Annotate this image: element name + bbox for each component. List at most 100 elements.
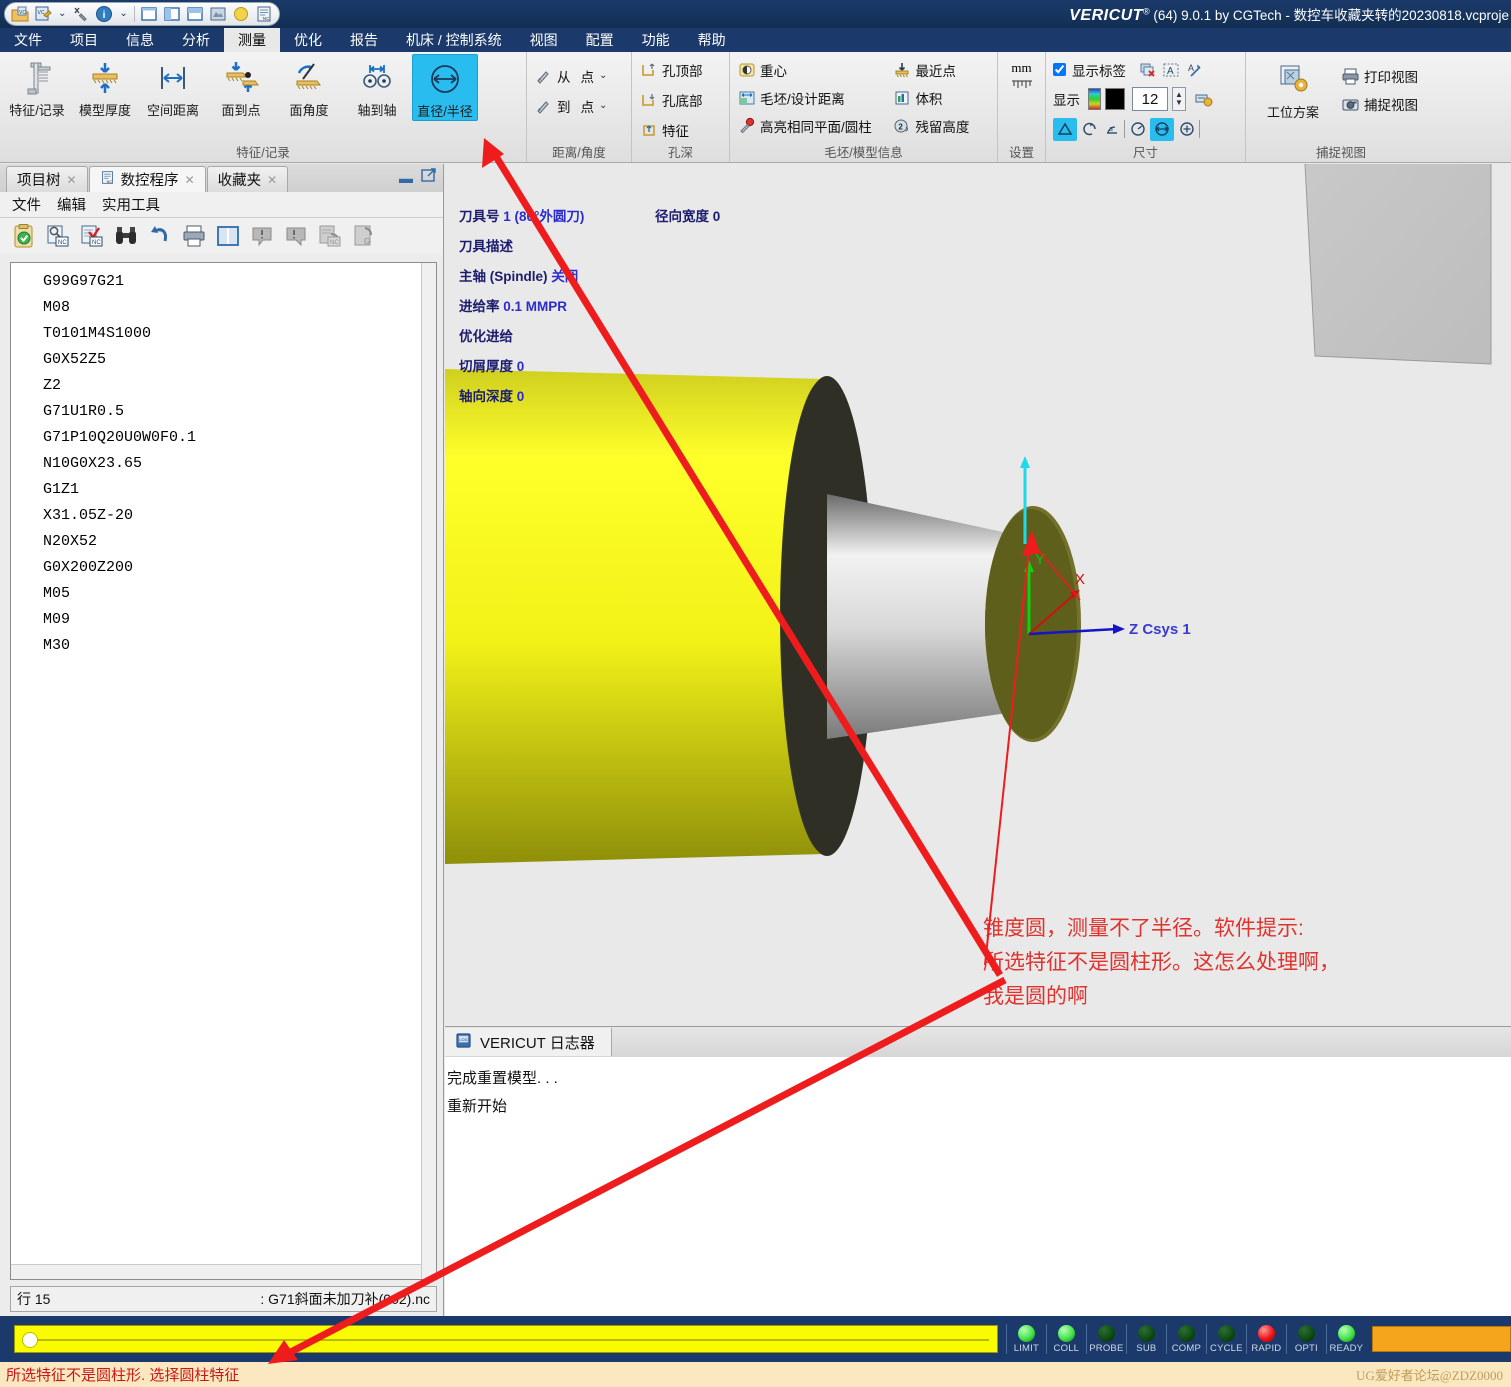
two-view-vertical-icon[interactable] [163,5,181,23]
clock-dim-icon[interactable] [1128,120,1147,139]
prev-error-icon[interactable] [248,222,276,250]
row-volume[interactable]: 体积 [889,84,993,112]
button-diameter-radius[interactable]: 直径/半径 [412,54,478,121]
chevron-down-icon[interactable]: ⌄ [118,5,128,23]
chevron-down-icon[interactable]: ⌄ [598,67,608,85]
close-icon[interactable]: ✕ [267,173,277,187]
machine-view-icon[interactable] [209,5,227,23]
split-view-icon[interactable] [214,222,242,250]
chevron-down-icon[interactable]: ⌄ [57,5,67,23]
info-icon[interactable]: i [95,5,113,23]
pick-from-value[interactable]: 点 [581,66,595,86]
chevron-down-icon[interactable]: ⌄ [598,97,608,115]
menu-item-config[interactable]: 配置 [572,28,628,52]
menu-item-optimize[interactable]: 优化 [280,28,336,52]
panel-menu-bar[interactable]: 文件 编辑 实用工具 [0,192,443,218]
nc-back-icon[interactable]: NC [316,222,344,250]
menu-item-file[interactable]: 文件 [0,28,56,52]
clipboard-check-icon[interactable] [10,222,38,250]
unit-display[interactable]: mm [1011,60,1033,94]
button-face-angle[interactable]: 面角度 [276,54,342,119]
single-view-icon[interactable] [140,5,158,23]
minimize-icon[interactable]: ▬ [399,170,413,186]
button-axis-to-axis[interactable]: 轴到轴 [344,54,410,119]
code-line-current[interactable]: M30 [11,633,436,659]
row-center-of-gravity[interactable]: 重心 [734,56,887,84]
code-line[interactable]: X31.05Z-20 [11,503,436,529]
sphere-view-icon[interactable] [232,5,250,23]
label-settings-icon[interactable] [1194,90,1213,109]
row-feature[interactable]: 特征 [636,116,692,144]
quick-access-toolbar[interactable]: VC VC ⌄ i ⌄ NC [4,2,280,26]
progress-slider[interactable] [14,1325,998,1353]
row-pick-to[interactable]: 到 点 ⌄ [531,92,611,120]
row-nearest-point[interactable]: 最近点 [889,56,993,84]
progress-knob[interactable] [22,1332,38,1348]
tab-nc-program[interactable]: NC 数控程序 ✕ [88,166,206,192]
menu-item-machine-control[interactable]: 机床 / 控制系统 [392,28,516,52]
angle-dim-icon[interactable]: a [1102,120,1121,139]
code-line[interactable]: G1Z1 [11,477,436,503]
binoculars-icon[interactable] [112,222,140,250]
menu-item-view[interactable]: 视图 [516,28,572,52]
code-line[interactable]: M08 [11,295,436,321]
code-line[interactable]: G71U1R0.5 [11,399,436,425]
panel-tab-strip[interactable]: 项目树 ✕ NC 数控程序 ✕ 收藏夹 ✕ ▬ [0,164,443,192]
menu-bar[interactable]: 文件 项目 信息 分析 测量 优化 报告 机床 / 控制系统 视图 配置 功能 … [0,28,1511,52]
button-span-distance[interactable]: 空间距离 [140,54,206,119]
two-view-horizontal-icon[interactable] [186,5,204,23]
row-pick-from[interactable]: 从 点 ⌄ [531,62,611,90]
print-icon[interactable] [180,222,208,250]
panel-menu-edit[interactable]: 编辑 [57,194,86,215]
tool-manager-icon[interactable] [72,5,90,23]
show-label-checkbox[interactable] [1053,63,1066,76]
row-display-font[interactable]: 显示 12 ▲ ▼ [1050,84,1216,114]
font-size-input[interactable]: 12 [1132,87,1168,111]
row-dim-tools[interactable]: a [1050,116,1203,142]
tab-project-tree[interactable]: 项目树 ✕ [6,166,88,192]
next-error-icon[interactable] [282,222,310,250]
delete-label-icon[interactable] [1138,60,1157,79]
triangle-dim-icon[interactable] [1053,117,1077,141]
code-line[interactable]: N20X52 [11,529,436,555]
menu-item-analysis[interactable]: 分析 [168,28,224,52]
code-horizontal-scrollbar[interactable] [11,1264,421,1279]
menu-item-report[interactable]: 报告 [336,28,392,52]
code-line[interactable]: G0X200Z200 [11,555,436,581]
code-line[interactable]: G99G97G21 [11,269,436,295]
row-stock-design-distance[interactable]: 毛坯/设计距离 [734,84,887,112]
nc-program-icon[interactable]: NC [255,5,273,23]
code-line[interactable]: Z2 [11,373,436,399]
open-project-icon[interactable]: VC [11,5,29,23]
menu-item-project[interactable]: 项目 [56,28,112,52]
row-highlight-same-plane[interactable]: 高亮相同平面/圆柱 [734,112,887,140]
spinner-icon[interactable]: ▲ ▼ [1172,87,1186,111]
button-face-to-point[interactable]: 面到点 [208,54,274,119]
text-box-icon[interactable]: A [1161,60,1180,79]
panel-menu-utilities[interactable]: 实用工具 [102,194,160,215]
code-line[interactable]: M09 [11,607,436,633]
color-gradient-swatch[interactable] [1088,88,1101,110]
pick-to-value[interactable]: 点 [581,96,595,116]
diameter-dim-icon[interactable] [1150,117,1174,141]
3d-viewport[interactable]: Y X Z Csys 1 刀具号 1 (80°外圆刀) 刀具描述 主轴 (Spi… [445,164,1511,1026]
row-capture-view[interactable]: 捕捉视图 [1338,90,1421,118]
row-hole-bottom[interactable]: 孔底部 [636,86,706,114]
menu-item-help[interactable]: 帮助 [684,28,740,52]
code-line[interactable]: N10G0X23.65 [11,451,436,477]
code-line[interactable]: G71P10Q20U0W0F0.1 [11,425,436,451]
code-vertical-scrollbar[interactable] [421,263,436,1279]
log-body[interactable]: 完成重置模型. . . 重新开始 [445,1057,1511,1121]
code-line[interactable]: G0X52Z5 [11,347,436,373]
row-print-view[interactable]: 打印视图 [1338,62,1421,90]
button-workstation-scheme[interactable]: 工位方案 [1250,56,1336,121]
verify-nc-icon[interactable]: NC [78,222,106,250]
color-swatch-black[interactable] [1105,88,1125,110]
menu-item-function[interactable]: 功能 [628,28,684,52]
nc-code-editor[interactable]: G99G97G21 M08 T0101M4S1000 G0X52Z5 Z2 G7… [10,262,437,1280]
float-window-icon[interactable] [421,167,437,188]
point-dim-icon[interactable] [1177,120,1196,139]
undo-icon[interactable] [146,222,174,250]
tab-favorites[interactable]: 收藏夹 ✕ [206,166,289,192]
panel-toolbar[interactable]: NC NC NC G [0,218,443,254]
